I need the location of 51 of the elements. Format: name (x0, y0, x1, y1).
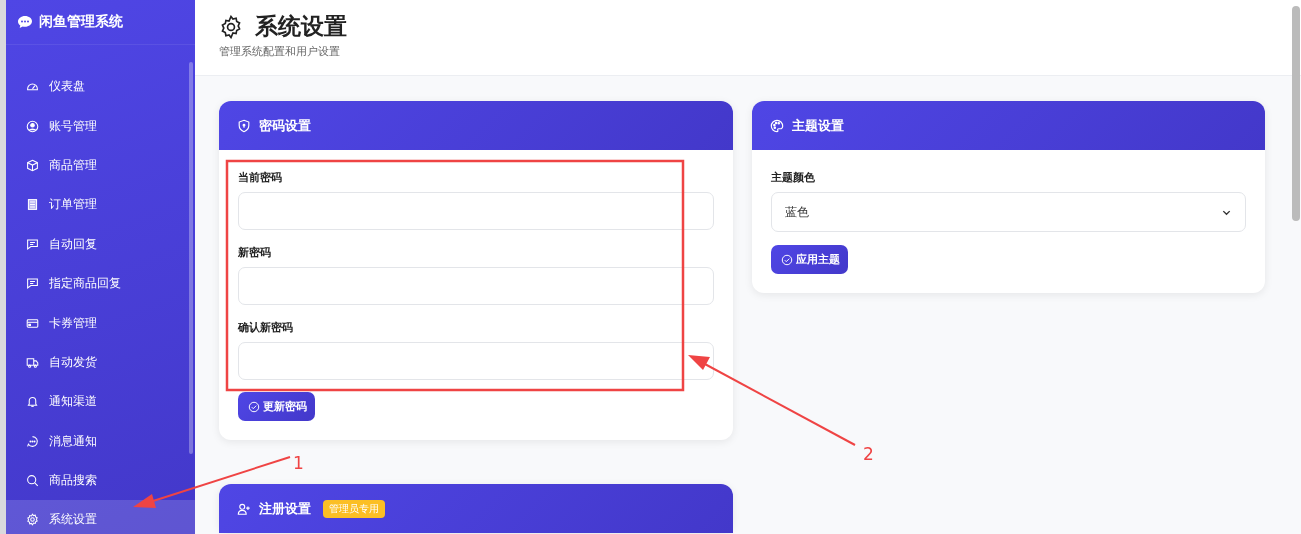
chat-bubble-icon (17, 14, 33, 30)
annotation-label: 1 (293, 453, 304, 473)
theme-color-select[interactable]: 蓝色 (771, 192, 1246, 232)
field-label: 确认新密码 (238, 320, 294, 335)
card-title: 密码设置 (259, 116, 311, 135)
sidebar-item[interactable]: 自动发货 (6, 342, 195, 383)
card-title: 注册设置 (259, 499, 311, 518)
box-icon (26, 158, 39, 172)
sidebar-item[interactable]: 商品搜索 (6, 460, 195, 501)
gear-icon (26, 513, 39, 527)
field-label: 新密码 (238, 245, 272, 260)
card-icon (26, 316, 39, 330)
shield-icon (237, 118, 251, 133)
sidebar-item[interactable]: 自动回复 (6, 224, 195, 264)
card-title: 主题设置 (792, 116, 844, 135)
page-title: 系统设置 (255, 12, 347, 41)
update-password-button[interactable]: 更新密码 (238, 392, 315, 421)
sidebar-item[interactable]: 通知渠道 (6, 382, 195, 422)
settings-icon (219, 14, 243, 39)
password-field[interactable] (238, 192, 714, 230)
sidebar-item[interactable]: 消息通知 (6, 421, 195, 461)
field-label: 主题颜色 (771, 170, 816, 185)
sidebar-item[interactable]: 仪表盘 (6, 67, 195, 107)
sidebar-item[interactable]: 系统设置 (6, 500, 195, 534)
chat-icon (26, 277, 39, 291)
page-subtitle: 管理系统配置和用户设置 (219, 44, 341, 59)
bell-icon (26, 395, 39, 409)
user-icon (26, 119, 39, 133)
check-circle-icon (248, 400, 260, 413)
password-field[interactable] (238, 342, 714, 380)
check-circle-icon (781, 253, 793, 266)
admin-only-badge: 管理员专用 (323, 499, 385, 518)
receipt-icon (26, 198, 39, 212)
field-label: 当前密码 (238, 170, 283, 185)
page-scrollbar[interactable] (1292, 6, 1300, 221)
sidebar-item[interactable]: 订单管理 (6, 185, 195, 225)
annotation-label: 2 (863, 444, 874, 464)
chat-icon (26, 237, 39, 251)
sidebar-scrollbar[interactable] (189, 62, 193, 454)
sidebar-item[interactable]: 账号管理 (6, 106, 195, 146)
sidebar-item[interactable]: 卡券管理 (6, 303, 195, 343)
password-field[interactable] (238, 267, 714, 305)
apply-theme-button[interactable]: 应用主题 (771, 245, 848, 274)
search-icon (26, 474, 39, 488)
truck-icon (26, 355, 39, 369)
app-title: 闲鱼管理系统 (39, 13, 123, 31)
palette-icon (770, 118, 784, 133)
sidebar-item[interactable]: 指定商品回复 (6, 263, 195, 304)
user-plus-icon (237, 501, 251, 516)
dots-icon (26, 434, 39, 448)
sidebar-item[interactable]: 商品管理 (6, 145, 195, 186)
